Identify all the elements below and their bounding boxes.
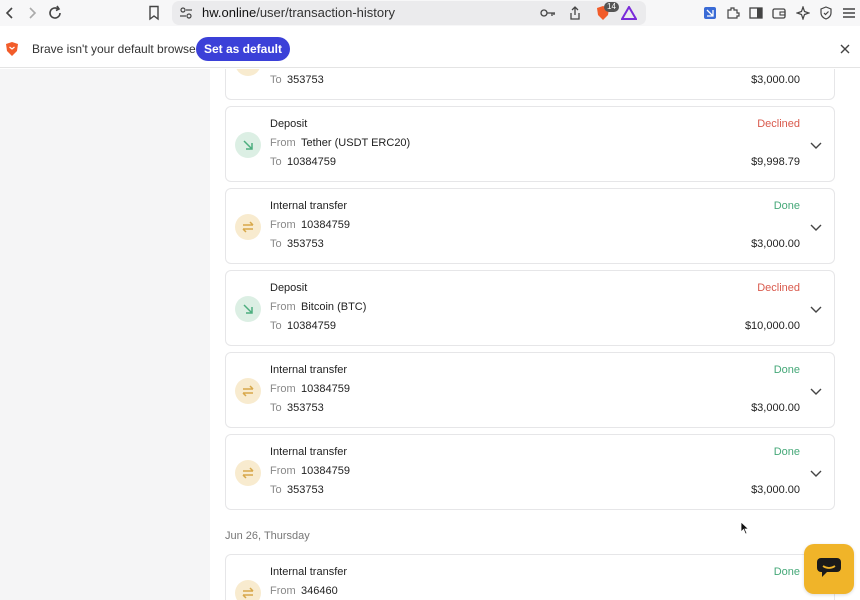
to-value: 353753 bbox=[287, 484, 324, 496]
from-value: Tether (USDT ERC20) bbox=[301, 137, 411, 149]
transfer-icon bbox=[235, 214, 261, 240]
to-value: 353753 bbox=[287, 238, 324, 250]
wallet-icon[interactable] bbox=[769, 3, 789, 23]
to-value: 10384759 bbox=[287, 156, 336, 168]
transaction-card[interactable]: Deposit From Bitcoin (BTC) To 10384759 D… bbox=[225, 270, 835, 346]
transfer-icon bbox=[235, 580, 261, 600]
from-value: Bitcoin (BTC) bbox=[301, 301, 367, 313]
to-label: To bbox=[270, 320, 282, 332]
brave-lion-icon bbox=[5, 41, 19, 62]
share-icon[interactable] bbox=[565, 3, 585, 23]
status-badge: Declined bbox=[757, 282, 800, 294]
close-infobar-icon[interactable] bbox=[839, 42, 851, 60]
menu-icon[interactable] bbox=[839, 3, 859, 23]
deposit-arrow-icon bbox=[235, 296, 261, 322]
status-badge: Declined bbox=[757, 118, 800, 130]
forward-icon[interactable] bbox=[22, 3, 42, 23]
back-icon[interactable] bbox=[0, 3, 20, 23]
extensions-puzzle-icon[interactable] bbox=[723, 3, 743, 23]
url-path: /user/transaction-history bbox=[256, 5, 395, 20]
transaction-type: Deposit bbox=[270, 118, 308, 130]
leo-ai-icon[interactable] bbox=[793, 3, 813, 23]
default-browser-infobar: Brave isn't your default browser bbox=[0, 30, 860, 68]
to-label: To bbox=[270, 74, 282, 86]
infobar-message: Brave isn't your default browser bbox=[32, 42, 200, 56]
status-badge: Done bbox=[773, 200, 800, 212]
from-value: 10384759 bbox=[301, 383, 350, 395]
from-value: 10384759 bbox=[301, 465, 350, 477]
status-badge: Done bbox=[773, 446, 800, 458]
transaction-type: Internal transfer bbox=[270, 200, 348, 212]
reload-icon[interactable] bbox=[45, 3, 65, 23]
key-icon[interactable] bbox=[538, 3, 558, 23]
transaction-type: Internal transfer bbox=[270, 446, 348, 458]
date-group-header: Jun 26, Thursday bbox=[225, 530, 310, 542]
url-text: hw.online/user/transaction-history bbox=[202, 5, 395, 20]
to-value: 353753 bbox=[287, 74, 324, 86]
amount: $3,000.00 bbox=[751, 238, 800, 250]
chevron-down-icon[interactable] bbox=[809, 220, 823, 234]
chat-support-button[interactable] bbox=[804, 544, 854, 594]
extension-icon[interactable] bbox=[700, 3, 720, 23]
mouse-cursor-icon bbox=[740, 521, 750, 535]
amount: $3,000.00 bbox=[751, 402, 800, 414]
from-value: 346460 bbox=[301, 585, 338, 597]
transaction-card[interactable]: Deposit From Tether (USDT ERC20) To 1038… bbox=[225, 106, 835, 182]
amount: $3,000.00 bbox=[751, 74, 800, 86]
transfer-icon bbox=[235, 460, 261, 486]
browser-toolbar: hw.online/user/transaction-history 14 bbox=[0, 0, 860, 26]
deposit-arrow-icon bbox=[235, 132, 261, 158]
transaction-card[interactable]: Internal transfer From 10384759 To 35375… bbox=[225, 188, 835, 264]
transfer-icon bbox=[235, 69, 261, 76]
site-settings-icon[interactable] bbox=[176, 3, 196, 23]
transaction-card[interactable]: Internal transfer From 346460 Done bbox=[225, 554, 835, 600]
to-label: To bbox=[270, 238, 282, 250]
chat-bubble-icon bbox=[816, 556, 842, 583]
from-label: From bbox=[270, 383, 296, 395]
brave-rewards-icon[interactable] bbox=[619, 3, 639, 23]
chevron-down-icon[interactable] bbox=[809, 466, 823, 480]
url-host: hw.online bbox=[202, 5, 257, 20]
chevron-down-icon[interactable] bbox=[809, 302, 823, 316]
chevron-down-icon[interactable] bbox=[809, 384, 823, 398]
status-badge: Done bbox=[773, 566, 800, 578]
amount: $9,998.79 bbox=[751, 156, 800, 168]
from-label: From bbox=[270, 585, 296, 597]
bookmark-icon[interactable] bbox=[144, 3, 164, 23]
transaction-card[interactable]: To 353753 $3,000.00 bbox=[225, 69, 835, 100]
from-label: From bbox=[270, 219, 296, 231]
set-as-default-button[interactable]: Set as default bbox=[196, 37, 290, 61]
status-badge: Done bbox=[773, 364, 800, 376]
transaction-card[interactable]: Internal transfer From 10384759 To 35375… bbox=[225, 352, 835, 428]
to-label: To bbox=[270, 484, 282, 496]
transaction-list: To 353753 $3,000.00 Deposit From Tether … bbox=[210, 69, 850, 600]
left-sidebar-area bbox=[0, 69, 210, 600]
to-value: 353753 bbox=[287, 402, 324, 414]
transaction-card[interactable]: Internal transfer From 10384759 To 35375… bbox=[225, 434, 835, 510]
to-label: To bbox=[270, 156, 282, 168]
amount: $10,000.00 bbox=[744, 320, 800, 332]
to-value: 10384759 bbox=[287, 320, 336, 332]
transaction-type: Deposit bbox=[270, 282, 308, 294]
shields-count-badge: 14 bbox=[604, 2, 619, 12]
chevron-down-icon[interactable] bbox=[809, 138, 823, 152]
amount: $3,000.00 bbox=[751, 484, 800, 496]
sidebar-toggle-icon[interactable] bbox=[746, 3, 766, 23]
from-label: From bbox=[270, 465, 296, 477]
address-bar[interactable]: hw.online/user/transaction-history 14 bbox=[172, 1, 646, 25]
to-label: To bbox=[270, 402, 282, 414]
from-value: 10384759 bbox=[301, 219, 350, 231]
transaction-type: Internal transfer bbox=[270, 566, 348, 578]
transfer-icon bbox=[235, 378, 261, 404]
from-label: From bbox=[270, 137, 296, 149]
vpn-shield-icon[interactable] bbox=[816, 3, 836, 23]
right-gutter bbox=[850, 69, 860, 600]
transaction-type: Internal transfer bbox=[270, 364, 348, 376]
from-label: From bbox=[270, 301, 296, 313]
